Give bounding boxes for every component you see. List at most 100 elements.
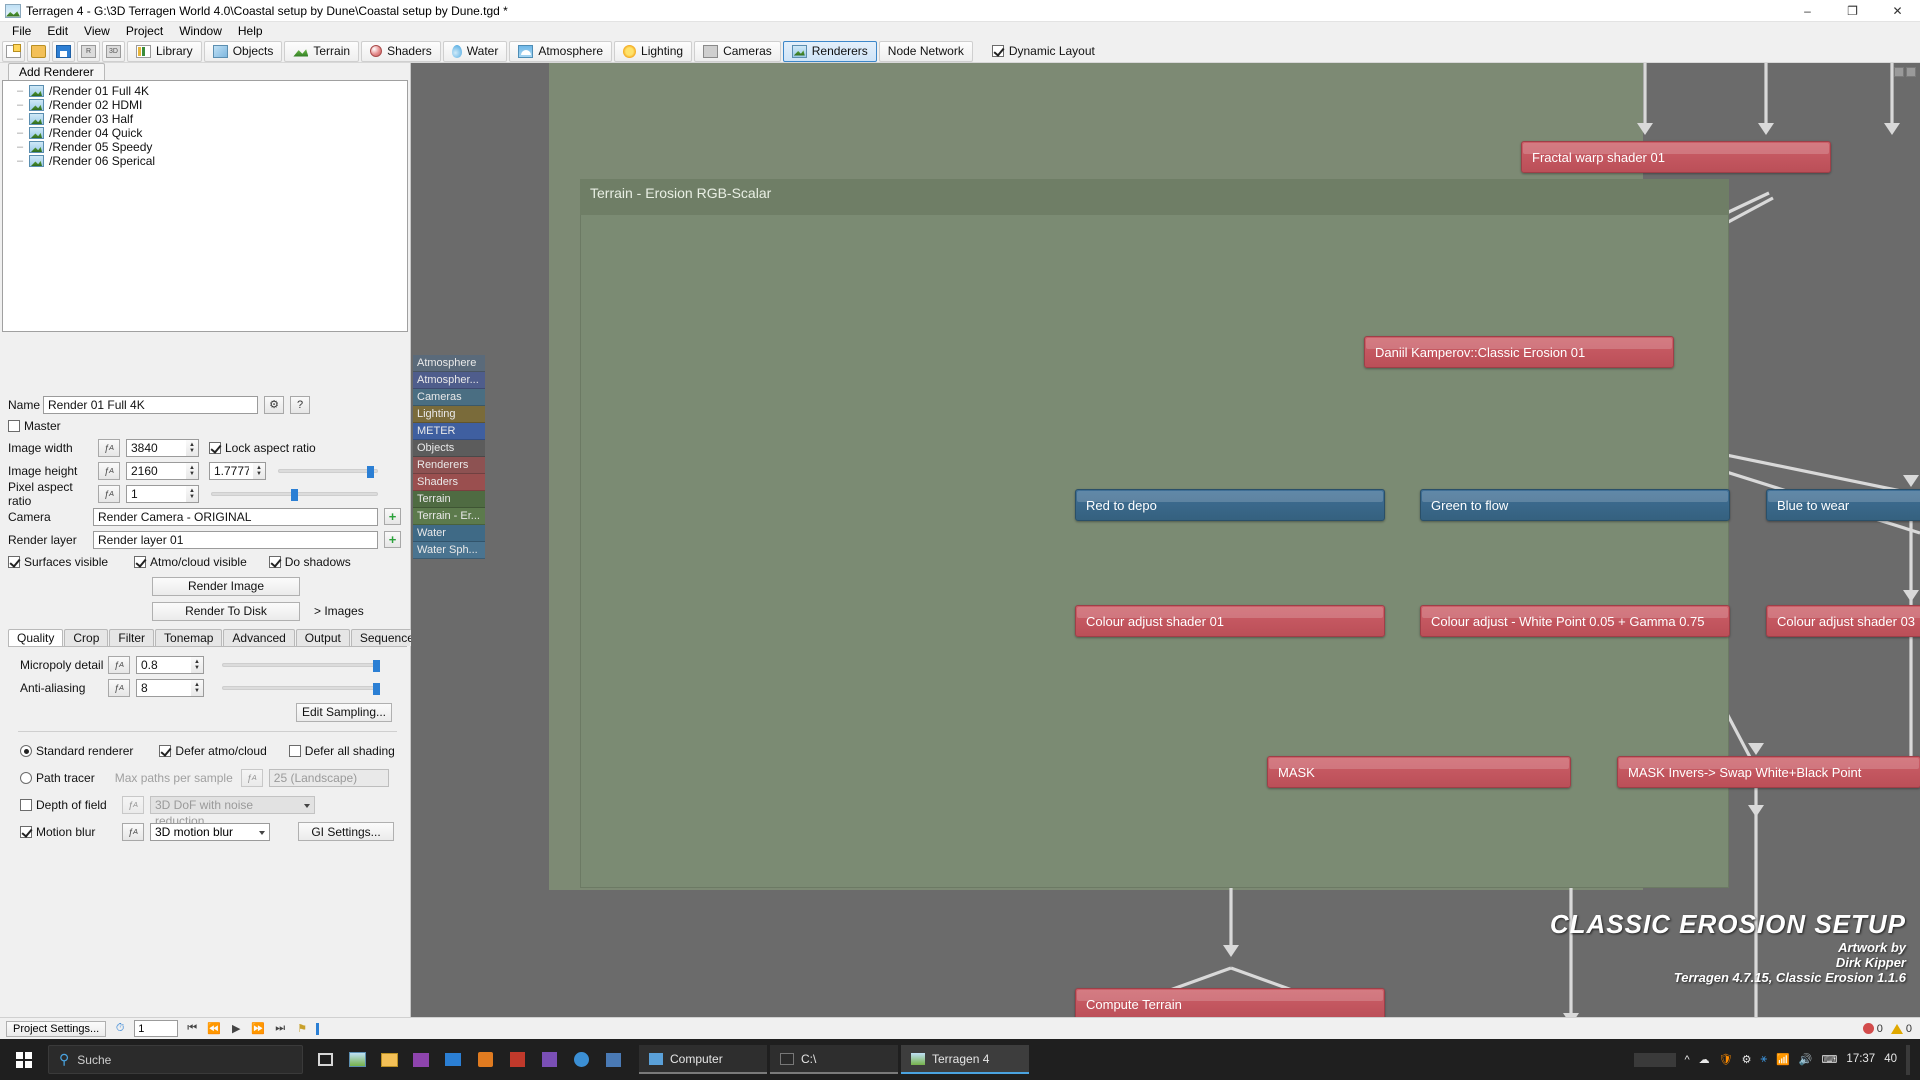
camera-input[interactable]: [93, 507, 378, 526]
tray-chevron-icon[interactable]: ^: [1685, 1054, 1690, 1066]
help-icon[interactable]: ?: [290, 395, 310, 414]
defer-atmo-checkbox[interactable]: [159, 745, 172, 757]
pinned-word[interactable]: [501, 1039, 533, 1080]
add-render-layer-button[interactable]: +: [384, 531, 401, 548]
show-desktop-button[interactable]: [1906, 1044, 1910, 1075]
antialias-slider[interactable]: [222, 682, 380, 695]
group-tab-atmosphere-2[interactable]: Atmospher...: [413, 372, 485, 389]
tree-item-render-03[interactable]: – /Render 03 Half: [3, 112, 407, 126]
pinned-mail[interactable]: [437, 1039, 469, 1080]
pixel-aspect-slider[interactable]: [211, 488, 378, 501]
image-width-stepper[interactable]: ▲ ▼: [186, 438, 199, 457]
function-assign-icon[interactable]: ƒA: [98, 438, 120, 457]
gi-settings-button[interactable]: GI Settings...: [298, 822, 394, 841]
micropoly-slider[interactable]: [222, 659, 380, 672]
node-colour-adjust-01[interactable]: Colour adjust shader 01: [1075, 605, 1385, 637]
image-width-input[interactable]: [126, 438, 186, 457]
pinned-browser[interactable]: [565, 1039, 597, 1080]
pixel-aspect-stepper[interactable]: ▲ ▼: [186, 484, 199, 503]
pinned-store[interactable]: [469, 1039, 501, 1080]
first-frame-icon[interactable]: ⏮: [184, 1021, 200, 1037]
warning-badge[interactable]: 0: [1890, 1023, 1912, 1035]
group-tab-terrain[interactable]: Terrain: [413, 491, 485, 508]
micropoly-stepper[interactable]: ▲ ▼: [191, 655, 204, 674]
project-settings-button[interactable]: Project Settings...: [6, 1020, 107, 1037]
bookmark-icon[interactable]: ⚑: [294, 1021, 310, 1037]
antialias-stepper[interactable]: ▲ ▼: [191, 678, 204, 697]
menu-edit[interactable]: Edit: [39, 23, 76, 39]
group-tab-water[interactable]: Water: [413, 525, 485, 542]
tab-advanced[interactable]: Advanced: [223, 629, 295, 646]
taskbar-window-terminal[interactable]: C:\: [770, 1045, 898, 1074]
group-tab-meter[interactable]: METER: [413, 423, 485, 440]
motion-blur-select[interactable]: 3D motion blur: [150, 822, 270, 841]
tab-filter[interactable]: Filter: [109, 629, 155, 646]
path-tracer-radio[interactable]: [20, 771, 32, 784]
group-tab-objects[interactable]: Objects: [413, 440, 485, 457]
node-network-button[interactable]: ▽Node Network: [878, 40, 1170, 115]
start-button[interactable]: [0, 1039, 48, 1080]
tray-date[interactable]: 40: [1884, 1053, 1897, 1066]
library-button[interactable]: Library: [127, 40, 202, 62]
pinned-explorer[interactable]: [373, 1039, 405, 1080]
motion-blur-checkbox[interactable]: [20, 825, 32, 838]
menu-help[interactable]: Help: [230, 23, 271, 39]
tray-widget-icon[interactable]: [1633, 1052, 1676, 1067]
group-tab-terrain-erosion[interactable]: Terrain - Er...: [413, 508, 485, 525]
objects-button[interactable]: Objects: [203, 40, 283, 62]
taskbar-window-terragen[interactable]: Terragen 4: [901, 1045, 1029, 1074]
tray-volume-icon[interactable]: 🔊: [1799, 1053, 1813, 1066]
micropoly-input[interactable]: [136, 655, 191, 674]
minimize-button[interactable]: –: [1785, 0, 1830, 22]
close-button[interactable]: ✕: [1875, 0, 1920, 22]
tray-app-icon[interactable]: ⚙: [1742, 1053, 1752, 1066]
group-tab-renderers[interactable]: Renderers: [413, 457, 485, 474]
menu-view[interactable]: View: [76, 23, 118, 39]
tray-clock[interactable]: 17:37: [1846, 1053, 1875, 1066]
group-tab-cameras[interactable]: Cameras: [413, 389, 485, 406]
function-assign-icon[interactable]: ƒA: [122, 822, 144, 841]
atmosphere-button[interactable]: Atmosphere: [509, 40, 613, 62]
menu-file[interactable]: File: [4, 23, 39, 39]
pinned-notes[interactable]: [533, 1039, 565, 1080]
node-mask[interactable]: MASK: [1267, 756, 1571, 788]
standard-renderer-radio[interactable]: [20, 745, 32, 757]
pinned-photos[interactable]: [405, 1039, 437, 1080]
preview-3d-button[interactable]: 3D: [102, 40, 125, 62]
pinned-image-editor[interactable]: [597, 1039, 629, 1080]
render-layer-input[interactable]: [93, 530, 378, 549]
renderer-tree[interactable]: – /Render 01 Full 4K – /Render 02 HDMI – /R…: [2, 80, 408, 332]
master-checkbox[interactable]: [8, 420, 20, 432]
taskbar-search[interactable]: ⚲ Suche: [48, 1045, 303, 1074]
frame-input[interactable]: [134, 1020, 179, 1037]
terrain-button[interactable]: Terrain: [284, 40, 360, 62]
atmo-cloud-visible-checkbox[interactable]: [134, 556, 147, 568]
next-frame-icon[interactable]: ⏩: [250, 1021, 266, 1037]
node-fractal-warp-shader[interactable]: Fractal warp shader 01: [1521, 141, 1831, 173]
aspect-ratio-input[interactable]: [209, 461, 253, 480]
render-button[interactable]: R: [77, 40, 100, 62]
node-colour-adjust-03[interactable]: Colour adjust shader 03: [1766, 605, 1920, 637]
tab-quality[interactable]: Quality: [8, 629, 64, 646]
shaders-button[interactable]: Shaders: [361, 40, 441, 62]
surfaces-visible-checkbox[interactable]: [8, 556, 20, 568]
tab-tonemap[interactable]: Tonemap: [155, 629, 223, 646]
node-colour-adjust-white-point[interactable]: Colour adjust - White Point 0.05 + Gamma…: [1420, 605, 1730, 637]
depth-of-field-checkbox[interactable]: [20, 798, 32, 811]
menu-window[interactable]: Window: [171, 23, 230, 39]
tree-item-render-05[interactable]: – /Render 05 Speedy: [3, 140, 407, 154]
dynamic-layout-checkbox[interactable]: [991, 45, 1004, 57]
renderers-button[interactable]: Renderers: [782, 40, 877, 62]
function-assign-icon[interactable]: ƒA: [108, 655, 130, 674]
aspect-ratio-slider[interactable]: [278, 465, 378, 478]
gear-icon[interactable]: ⚙: [264, 395, 284, 414]
node-network-canvas[interactable]: Terrain - Erosion RGB-Scalar Fractal war…: [411, 63, 1920, 1033]
prev-frame-icon[interactable]: ⏪: [206, 1021, 222, 1037]
tray-keyboard-icon[interactable]: ⌨: [1822, 1053, 1838, 1066]
group-tab-shaders[interactable]: Shaders: [413, 474, 485, 491]
tree-item-render-02[interactable]: – /Render 02 HDMI: [3, 98, 407, 112]
pinned-terragen[interactable]: [341, 1039, 373, 1080]
image-height-stepper[interactable]: ▲ ▼: [186, 461, 199, 480]
function-assign-icon[interactable]: ƒA: [98, 484, 120, 503]
erosion-group-header[interactable]: Terrain - Erosion RGB-Scalar: [580, 179, 1729, 215]
